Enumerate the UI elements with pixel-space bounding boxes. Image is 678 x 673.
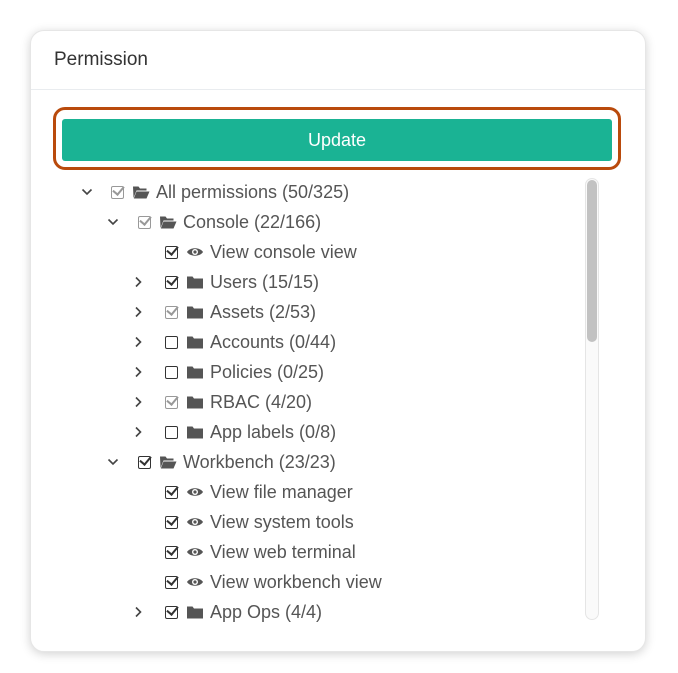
folder-icon [186, 297, 204, 327]
eye-icon [186, 477, 204, 507]
folder-open-icon [159, 447, 177, 477]
chevron-right-icon[interactable] [132, 357, 144, 387]
chevron-right-icon[interactable] [132, 417, 144, 447]
chevron-down-icon[interactable] [107, 207, 119, 237]
checkbox[interactable] [138, 207, 151, 237]
tree-node-policies[interactable]: Policies (0/25) [31, 357, 591, 387]
permission-panel: Permission Update All permissions (50/32… [30, 30, 646, 652]
folder-icon [186, 327, 204, 357]
tree-node-assets[interactable]: Assets (2/53) [31, 297, 591, 327]
tree-node-view-console-view[interactable]: View console view [31, 237, 591, 267]
tree-node-view-web-terminal[interactable]: View web terminal [31, 537, 591, 567]
checkbox[interactable] [165, 477, 178, 507]
chevron-right-icon[interactable] [132, 297, 144, 327]
update-button[interactable]: Update [62, 119, 612, 161]
checkbox[interactable] [165, 237, 178, 267]
chevron-right-icon[interactable] [132, 267, 144, 297]
tree-node-label: View console view [210, 241, 357, 262]
checkbox[interactable] [165, 567, 178, 597]
chevron-right-icon[interactable] [132, 327, 144, 357]
tree-node-label: All permissions (50/325) [156, 181, 350, 202]
folder-icon [186, 267, 204, 297]
folder-open-icon [159, 207, 177, 237]
checkbox[interactable] [111, 177, 124, 207]
chevron-down-icon[interactable] [107, 447, 119, 477]
tree-node-app-labels[interactable]: App labels (0/8) [31, 417, 591, 447]
folder-icon [186, 417, 204, 447]
tree-node-app-ops[interactable]: App Ops (4/4) [31, 597, 591, 625]
checkbox[interactable] [138, 447, 151, 477]
tree-node-label: Accounts (0/44) [210, 331, 337, 352]
tree-node-label: View system tools [210, 511, 354, 532]
folder-icon [186, 357, 204, 387]
checkbox[interactable] [165, 417, 178, 447]
checkbox[interactable] [165, 387, 178, 417]
panel-header: Permission [31, 31, 645, 90]
tree-node-label: RBAC (4/20) [210, 391, 313, 412]
checkbox[interactable] [165, 327, 178, 357]
tree-node-label: Policies (0/25) [210, 361, 325, 382]
tree-node-view-system-tools[interactable]: View system tools [31, 507, 591, 537]
tree-node-label: View file manager [210, 481, 353, 502]
checkbox[interactable] [165, 507, 178, 537]
checkbox[interactable] [165, 297, 178, 327]
eye-icon [186, 567, 204, 597]
tree-node-label: App labels (0/8) [210, 421, 337, 442]
tree-node-users[interactable]: Users (15/15) [31, 267, 591, 297]
chevron-right-icon[interactable] [132, 387, 144, 417]
permission-tree: All permissions (50/325) Console (22/166… [31, 177, 591, 625]
tree-node-label: View web terminal [210, 541, 356, 562]
checkbox[interactable] [165, 267, 178, 297]
panel-title: Permission [54, 49, 148, 70]
tree-node-workbench[interactable]: Workbench (23/23) [31, 447, 591, 477]
tree-node-label: Console (22/166) [183, 211, 322, 232]
eye-icon [186, 507, 204, 537]
tree-node-label: Users (15/15) [210, 271, 320, 292]
tree-node-console[interactable]: Console (22/166) [31, 207, 591, 237]
tree-node-label: View workbench view [210, 571, 382, 592]
tree-scrollbar-thumb[interactable] [587, 180, 597, 342]
tree-node-view-workbench-view[interactable]: View workbench view [31, 567, 591, 597]
chevron-right-icon[interactable] [132, 597, 144, 625]
checkbox[interactable] [165, 537, 178, 567]
folder-icon [186, 597, 204, 625]
eye-icon [186, 537, 204, 567]
folder-open-icon [132, 177, 150, 207]
tree-node-label: Workbench (23/23) [183, 451, 336, 472]
tree-node-accounts[interactable]: Accounts (0/44) [31, 327, 591, 357]
tree-node-view-file-manager[interactable]: View file manager [31, 477, 591, 507]
tree-node-label: App Ops (4/4) [210, 601, 323, 622]
tree-node-label: Assets (2/53) [210, 301, 317, 322]
eye-icon [186, 237, 204, 267]
chevron-down-icon[interactable] [81, 177, 93, 207]
tree-node-rbac[interactable]: RBAC (4/20) [31, 387, 591, 417]
folder-icon [186, 387, 204, 417]
checkbox[interactable] [165, 357, 178, 387]
checkbox[interactable] [165, 597, 178, 625]
tree-node-all-permissions[interactable]: All permissions (50/325) [31, 177, 591, 207]
